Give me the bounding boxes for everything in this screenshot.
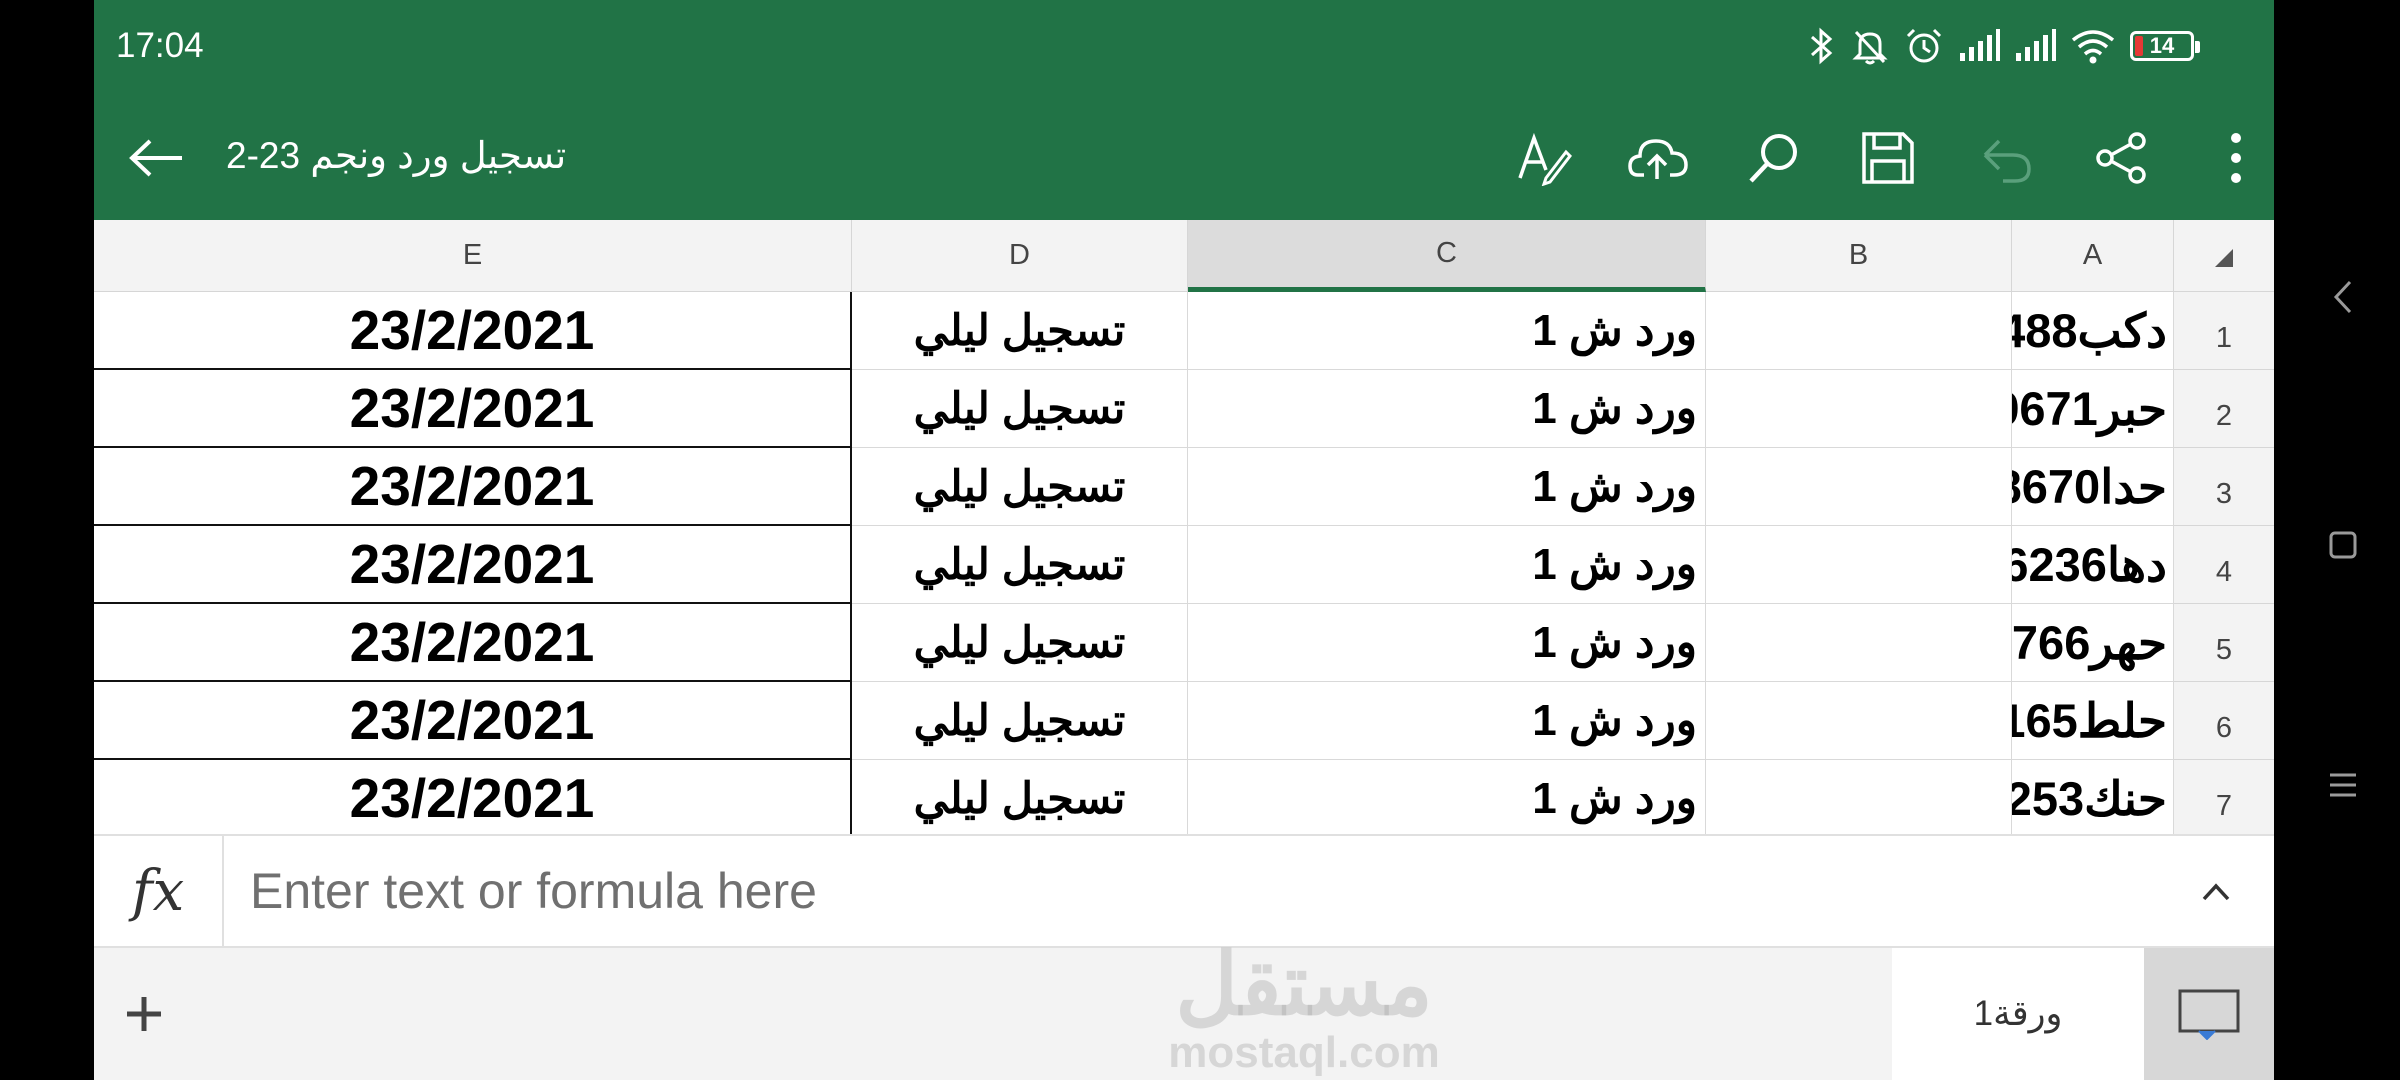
alarm-icon — [1906, 28, 1942, 63]
status-icons: 14 — [1808, 26, 2200, 66]
cell-a6[interactable]: حلط5165 — [2012, 682, 2174, 760]
row-header-3[interactable]: 3 — [2174, 448, 2274, 526]
cell-e1[interactable]: 23/2/2021 — [94, 292, 852, 370]
chevron-up-icon — [2202, 883, 2230, 901]
wifi-icon — [2071, 30, 2115, 64]
cell-e4[interactable]: 23/2/2021 — [94, 526, 852, 604]
cell-c5[interactable]: ورد ش 1 — [1188, 604, 1706, 682]
battery-level: 14 — [2149, 33, 2175, 58]
excel-app: 17:04 14 تسجيل ورد ونجم 23-2 E D C B A 2… — [94, 0, 2274, 1080]
signal-icon — [1960, 29, 2000, 61]
search-icon — [1749, 134, 1797, 183]
cell-e3[interactable]: 23/2/2021 — [94, 448, 852, 526]
system-recents-button[interactable] — [2318, 760, 2368, 810]
sheet-tab-bar: ورقة1 — [94, 948, 2274, 1080]
cell-b7[interactable] — [1706, 760, 2012, 838]
status-time: 17:04 — [116, 26, 204, 65]
cell-d3[interactable]: تسجيل ليلي — [852, 448, 1188, 526]
cell-b3[interactable] — [1706, 448, 2012, 526]
cell-a7[interactable]: حنك4253 — [2012, 760, 2174, 838]
row-header-7[interactable]: 7 — [2174, 760, 2274, 838]
cell-b1[interactable] — [1706, 292, 2012, 370]
document-title[interactable]: تسجيل ورد ونجم 23-2 — [226, 134, 566, 177]
system-back-button[interactable] — [2318, 272, 2368, 322]
cell-a3[interactable]: حدا8670 — [2012, 448, 2174, 526]
app-header: 17:04 14 تسجيل ورد ونجم 23-2 — [94, 0, 2274, 220]
sheet-tab[interactable]: ورقة1 — [1892, 948, 2144, 1080]
cell-d5[interactable]: تسجيل ليلي — [852, 604, 1188, 682]
save-button[interactable] — [1856, 126, 1920, 190]
chevron-left-icon — [2333, 280, 2352, 314]
cell-b5[interactable] — [1706, 604, 2012, 682]
share-button[interactable] — [2090, 126, 2154, 190]
undo-icon — [1983, 139, 2031, 183]
cell-c6[interactable]: ورد ش 1 — [1188, 682, 1706, 760]
column-header-e[interactable]: E — [94, 220, 852, 292]
cell-a4[interactable]: دها6236 — [2012, 526, 2174, 604]
cloud-upload-icon — [1628, 139, 1688, 179]
triangle-corner-icon — [2215, 249, 2233, 267]
share-icon — [2096, 132, 2146, 184]
cell-b6[interactable] — [1706, 682, 2012, 760]
cell-a2[interactable]: حبر9671 — [2012, 370, 2174, 448]
formula-input[interactable] — [250, 856, 2150, 926]
keyboard-icon — [2178, 989, 2240, 1040]
device-screen: 17:04 14 تسجيل ورد ونجم 23-2 E D C B A 2… — [0, 0, 2400, 1080]
back-arrow-icon — [129, 139, 182, 177]
signal-icon — [2016, 29, 2056, 61]
system-home-button[interactable] — [2318, 520, 2368, 570]
select-all-corner[interactable] — [2174, 220, 2274, 292]
column-header-a[interactable]: A — [2012, 220, 2174, 292]
bluetooth-icon — [1811, 27, 1833, 65]
cell-d1[interactable]: تسجيل ليلي — [852, 292, 1188, 370]
cell-c4[interactable]: ورد ش 1 — [1188, 526, 1706, 604]
save-icon — [1862, 132, 1914, 184]
formula-bar: fx — [94, 834, 2274, 948]
format-text-icon — [1518, 132, 1572, 186]
row-header-4[interactable]: 4 — [2174, 526, 2274, 604]
more-vertical-icon — [2231, 133, 2241, 183]
column-header-d[interactable]: D — [852, 220, 1188, 292]
cell-e6[interactable]: 23/2/2021 — [94, 682, 852, 760]
cell-b2[interactable] — [1706, 370, 2012, 448]
cell-e7[interactable]: 23/2/2021 — [94, 760, 852, 838]
row-header-6[interactable]: 6 — [2174, 682, 2274, 760]
battery-icon: 14 — [2130, 31, 2200, 61]
cell-d7[interactable]: تسجيل ليلي — [852, 760, 1188, 838]
function-button[interactable]: fx — [94, 836, 224, 946]
plus-icon — [127, 997, 161, 1031]
more-options-button[interactable] — [2204, 126, 2268, 190]
cell-e2[interactable]: 23/2/2021 — [94, 370, 852, 448]
row-header-5[interactable]: 5 — [2174, 604, 2274, 682]
search-button[interactable] — [1742, 126, 1806, 190]
cell-d6[interactable]: تسجيل ليلي — [852, 682, 1188, 760]
row-header-2[interactable]: 2 — [2174, 370, 2274, 448]
add-sheet-button[interactable] — [114, 984, 174, 1044]
cell-b4[interactable] — [1706, 526, 2012, 604]
back-button[interactable] — [124, 126, 188, 190]
cell-c7[interactable]: ورد ش 1 — [1188, 760, 1706, 838]
square-icon — [2329, 531, 2357, 559]
format-text-button[interactable] — [1512, 126, 1576, 190]
cell-e5[interactable]: 23/2/2021 — [94, 604, 852, 682]
cell-d4[interactable]: تسجيل ليلي — [852, 526, 1188, 604]
cell-c1[interactable]: ورد ش 1 — [1188, 292, 1706, 370]
status-bar: 17:04 14 — [94, 0, 2274, 96]
app-toolbar: تسجيل ورد ونجم 23-2 — [94, 96, 2274, 220]
keyboard-toggle-button[interactable] — [2144, 948, 2274, 1080]
undo-button[interactable] — [1974, 126, 2038, 190]
expand-formula-button[interactable] — [2188, 864, 2244, 920]
cloud-upload-button[interactable] — [1626, 126, 1690, 190]
column-header-b[interactable]: B — [1706, 220, 2012, 292]
menu-lines-icon — [2330, 773, 2356, 797]
cell-d2[interactable]: تسجيل ليلي — [852, 370, 1188, 448]
cell-a1[interactable]: دكب3488 — [2012, 292, 2174, 370]
column-header-c[interactable]: C — [1188, 220, 1706, 292]
bell-off-icon — [1852, 30, 1888, 65]
cell-a5[interactable]: حهر9766 — [2012, 604, 2174, 682]
spreadsheet-grid: E D C B A 23/2/2021 تسجيل ليلي ورد ش 1 د… — [94, 220, 2274, 838]
cell-c3[interactable]: ورد ش 1 — [1188, 448, 1706, 526]
row-header-1[interactable]: 1 — [2174, 292, 2274, 370]
cell-c2[interactable]: ورد ش 1 — [1188, 370, 1706, 448]
